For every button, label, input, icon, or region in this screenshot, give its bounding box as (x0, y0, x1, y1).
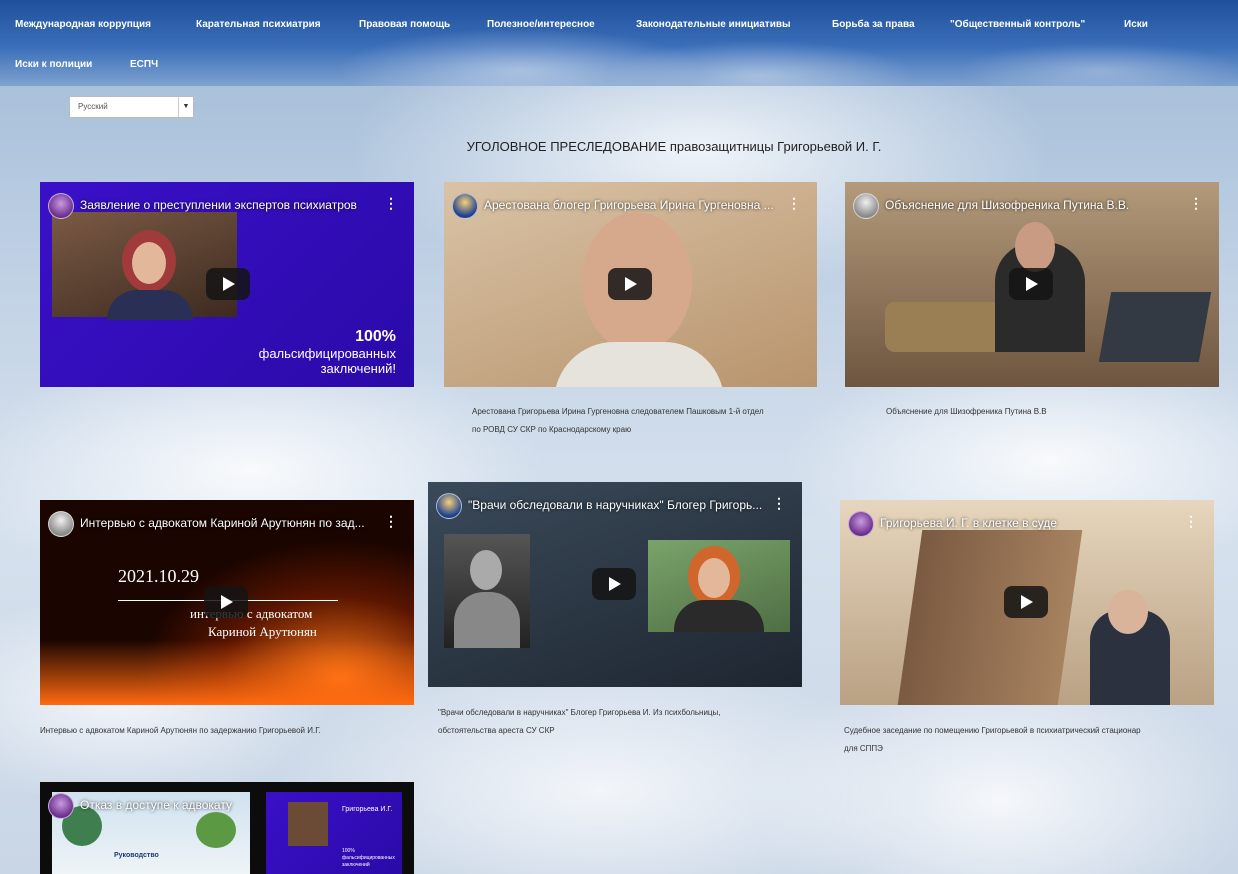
page-title: УГОЛОВНОЕ ПРЕСЛЕДОВАНИЕ правозащитницы Г… (466, 139, 882, 154)
top-navbar: Международная коррупция Карательная псих… (0, 0, 1238, 86)
play-button[interactable] (206, 268, 250, 300)
video-player-7[interactable]: Руководство Григорьева И.Г. 100% фальсиф… (40, 782, 414, 874)
video-title[interactable]: Заявление о преступлении экспертов психи… (80, 198, 357, 212)
nav-item-echr[interactable]: ЕСПЧ (130, 59, 158, 70)
overlay-line-2: заключений! (320, 361, 396, 376)
video-title[interactable]: Арестована блогер Григорьева Ирина Гурге… (484, 198, 774, 212)
video-thumbnail-right (648, 540, 790, 632)
more-vert-icon[interactable]: ⋮ (787, 196, 801, 210)
play-button[interactable] (592, 568, 636, 600)
channel-avatar[interactable] (452, 193, 478, 219)
video-overlay-text: 100% фальсифицированных заключений! (259, 328, 396, 376)
video-caption-6: Судебное заседание по помещению Григорье… (844, 722, 1141, 758)
video-thumbnail-side: Григорьева И.Г. 100% фальсифицированных … (266, 792, 402, 874)
video-title[interactable]: "Врачи обследовали в наручниках" Блогер … (468, 498, 762, 512)
video-player-1[interactable]: Заявление о преступлении экспертов психи… (40, 182, 414, 387)
caption-line: Интервью с адвокатом Кариной Арутюнян по… (40, 726, 321, 735)
nav-item-legal-help[interactable]: Правовая помощь (359, 19, 450, 30)
caption-line: по РОВД СУ СКР по Краснодарскому краю (472, 425, 632, 434)
overlay-line-2: Кариной Арутюнян (208, 624, 317, 639)
video-thumbnail-speaker (52, 212, 237, 320)
channel-avatar[interactable] (48, 193, 74, 219)
side-label: Григорьева И.Г. (342, 806, 393, 813)
video-caption-4: Интервью с адвокатом Кариной Арутюнян по… (40, 722, 321, 740)
nav-item-legislative-initiatives[interactable]: Законодательные инициативы (636, 19, 791, 30)
video-player-3[interactable]: Объяснение для Шизофреника Путина В.В. ⋮ (845, 182, 1219, 387)
nav-item-useful-interesting[interactable]: Полезное/интересное (487, 19, 595, 30)
play-button[interactable] (608, 268, 652, 300)
video-player-5[interactable]: "Врачи обследовали в наручниках" Блогер … (428, 482, 802, 687)
language-select[interactable]: Русский ▼ (69, 96, 194, 118)
play-button[interactable] (1009, 268, 1053, 300)
more-vert-icon[interactable]: ⋮ (1189, 196, 1203, 210)
channel-avatar[interactable] (48, 793, 74, 819)
video-title[interactable]: Отказ в доступе к адвокату (80, 798, 232, 812)
caption-line: Объяснение для Шизофреника Путина В.В (886, 407, 1047, 416)
video-caption-2: Арестована Григорьева Ирина Гургеновна с… (472, 403, 764, 439)
caption-line: Арестована Григорьева Ирина Гургеновна с… (472, 407, 764, 416)
play-button[interactable] (1004, 586, 1048, 618)
channel-avatar[interactable] (853, 193, 879, 219)
video-caption-3: Объяснение для Шизофреника Путина В.В (886, 403, 1047, 421)
more-vert-icon[interactable]: ⋮ (1184, 514, 1198, 528)
video-player-2[interactable]: Арестована блогер Григорьева Ирина Гурге… (444, 182, 817, 387)
channel-avatar[interactable] (436, 493, 462, 519)
side-caption: 100% фальсифицированных заключений (342, 848, 395, 868)
nav-item-international-corruption[interactable]: Международная коррупция (15, 19, 151, 30)
chevron-down-icon: ▼ (178, 97, 193, 117)
video-caption-5: "Врачи обследовали в наручниках" Блогер … (438, 704, 720, 740)
nav-item-punitive-psychiatry[interactable]: Карательная психиатрия (196, 19, 321, 30)
caption-line: обстоятельства ареста СУ СКР (438, 726, 555, 735)
language-select-value: Русский (78, 102, 108, 111)
nav-item-fight-for-rights[interactable]: Борьба за права (832, 19, 915, 30)
overlay-line-1: фальсифицированных (258, 346, 396, 361)
caption-line: Судебное заседание по помещению Григорье… (844, 726, 1141, 735)
more-vert-icon[interactable]: ⋮ (384, 514, 398, 528)
video-thumbnail-cage (897, 530, 1083, 705)
channel-avatar[interactable] (848, 511, 874, 537)
video-thumbnail-left (444, 534, 530, 648)
video-player-6[interactable]: Григорьева И. Г. в клетке в суде ⋮ (840, 500, 1214, 705)
overlay-date: 2021.10.29 (118, 566, 199, 586)
video-title[interactable]: Интервью с адвокатом Кариной Арутюнян по… (80, 516, 365, 530)
overlay-percent: 100% (355, 328, 396, 345)
channel-avatar[interactable] (48, 511, 74, 537)
play-button[interactable] (204, 586, 248, 618)
video-title[interactable]: Григорьева И. Г. в клетке в суде (880, 516, 1057, 530)
caption-line: для СППЭ (844, 744, 883, 753)
nav-item-police-lawsuits[interactable]: Иски к полиции (15, 59, 92, 70)
more-vert-icon[interactable]: ⋮ (384, 196, 398, 210)
nav-item-lawsuits[interactable]: Иски (1124, 19, 1148, 30)
nav-item-public-control[interactable]: "Общественный контроль" (950, 19, 1085, 30)
more-vert-icon[interactable]: ⋮ (772, 496, 786, 510)
video-player-4[interactable]: Интервью с адвокатом Кариной Арутюнян по… (40, 500, 414, 705)
doc-heading: Руководство (114, 852, 159, 859)
caption-line: "Врачи обследовали в наручниках" Блогер … (438, 708, 721, 717)
video-title[interactable]: Объяснение для Шизофреника Путина В.В. (885, 198, 1129, 212)
